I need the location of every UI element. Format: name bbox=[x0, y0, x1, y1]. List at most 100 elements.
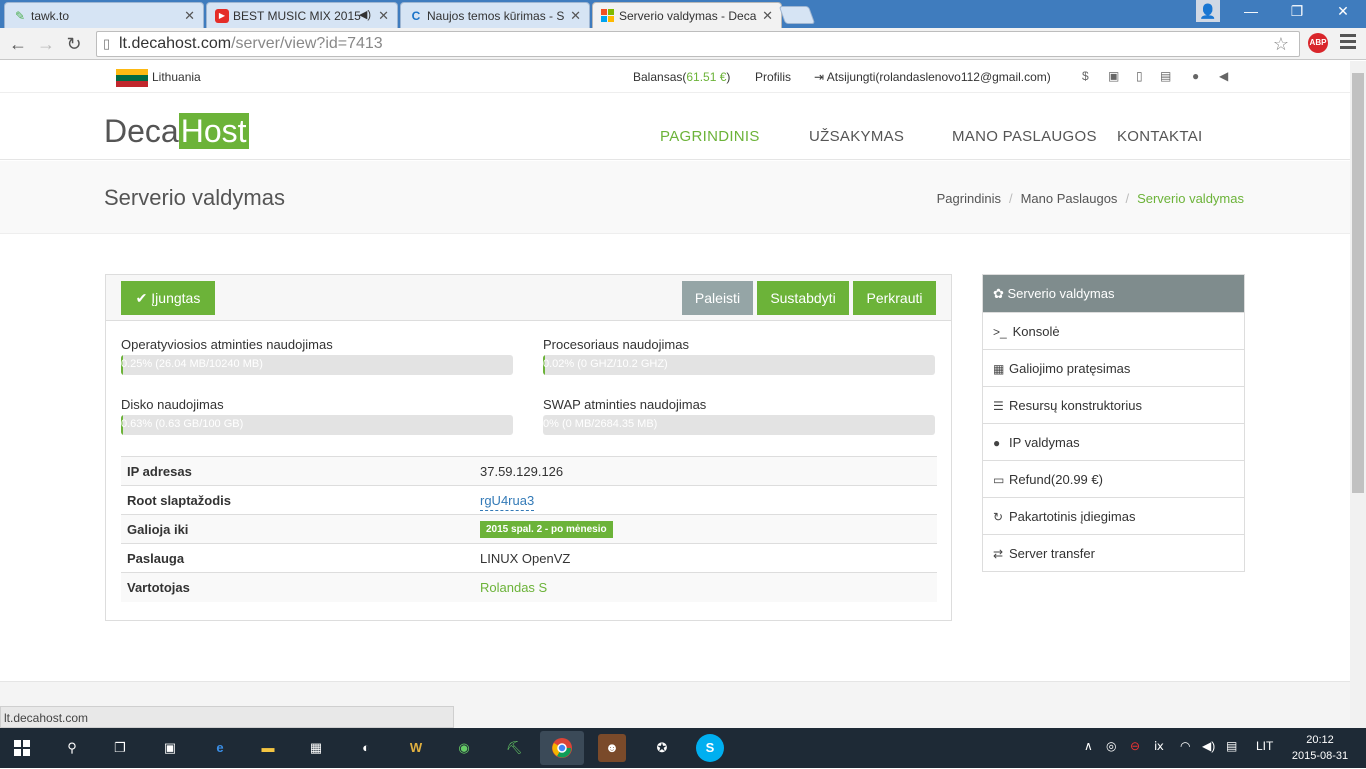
table-row: Paslauga LINUX OpenVZ bbox=[121, 543, 937, 573]
sidebar-item-label: Refund(20.99 €) bbox=[1009, 472, 1103, 487]
briefcase-icon[interactable]: ▤ bbox=[1160, 69, 1171, 83]
tab-forum[interactable]: C Naujos temos kūrimas - S ✕ bbox=[400, 2, 590, 28]
nav-mano-paslaugos[interactable]: MANO PASLAUGOS bbox=[952, 128, 1097, 145]
root-password-value[interactable]: rgU4rua3 bbox=[480, 492, 535, 511]
restart-button[interactable]: Perkrauti bbox=[853, 281, 936, 315]
minimize-button[interactable]: — bbox=[1228, 0, 1274, 22]
skype-icon[interactable]: S bbox=[696, 734, 724, 762]
steam-tray-icon[interactable]: ◎ bbox=[1106, 739, 1116, 753]
network-app-icon[interactable]: ▦ bbox=[302, 734, 330, 762]
restore-button[interactable]: ❐ bbox=[1274, 0, 1320, 22]
volume-icon[interactable]: ◀) bbox=[1202, 739, 1215, 753]
breadcrumb-home[interactable]: Pagrindinis bbox=[937, 191, 1001, 206]
server-sidebar: ✿ Serverio valdymas >_ Konsolė ▦ Galiojim… bbox=[982, 274, 1245, 572]
dollar-icon[interactable]: $ bbox=[1082, 69, 1089, 83]
reload-icon[interactable]: ↻ bbox=[62, 32, 86, 56]
tab-decahost[interactable]: Serverio valdymas - Deca ✕ bbox=[592, 2, 782, 28]
adblock-icon[interactable]: ABP bbox=[1308, 33, 1328, 53]
clock[interactable]: 20:12 2015-08-31 bbox=[1290, 732, 1350, 764]
nav-pagrindinis[interactable]: PAGRINDINIS bbox=[660, 128, 760, 145]
balance-link[interactable]: Balansas(61.51 €) bbox=[633, 70, 730, 84]
nav-kontaktai[interactable]: KONTAKTAI bbox=[1117, 128, 1203, 145]
sidebar-item-label: Galiojimo pratęsimas bbox=[1009, 361, 1131, 376]
breadcrumb-services[interactable]: Mano Paslaugos bbox=[1021, 191, 1118, 206]
cpu-usage-text: 0.02% (0 GHZ/10.2 GHZ) bbox=[543, 358, 668, 370]
blocked-tray-icon[interactable]: ⊖ bbox=[1130, 739, 1140, 753]
server-panel-header: ✔ Įjungtas Paleisti Sustabdyti Perkrauti bbox=[106, 275, 951, 321]
forward-icon[interactable]: → bbox=[34, 32, 58, 56]
edge-icon[interactable]: e bbox=[206, 734, 234, 762]
balance-amount: 61.51 € bbox=[686, 70, 727, 84]
disk-usage-label: Disko naudojimas bbox=[121, 397, 224, 412]
close-icon[interactable]: ✕ bbox=[762, 8, 773, 24]
site-header: DecaHost PAGRINDINIS UŽSAKYMAS MANO PASL… bbox=[0, 93, 1350, 160]
action-center-icon[interactable]: ▤ bbox=[1226, 739, 1237, 753]
page-scrollbar[interactable] bbox=[1350, 61, 1366, 728]
mobile-icon[interactable]: ▯ bbox=[1136, 69, 1143, 83]
url-path: /server/view?id=7413 bbox=[231, 35, 383, 52]
sidebar-item-console[interactable]: >_ Konsolė bbox=[983, 312, 1244, 349]
tab-tawk[interactable]: ✎ tawk.to ✕ bbox=[4, 2, 204, 28]
page: Lithuania Balansas(61.51 €) Profilis ⇥ A… bbox=[0, 61, 1350, 728]
server-panel: ✔ Įjungtas Paleisti Sustabdyti Perkrauti… bbox=[105, 274, 952, 621]
steam-app-icon[interactable]: ◐ bbox=[352, 734, 380, 762]
search-icon[interactable]: ⚲ bbox=[58, 734, 86, 762]
ime-tray-icon[interactable]: ⅸ bbox=[1154, 739, 1164, 753]
valid-until-label: Galioja iki bbox=[121, 514, 474, 544]
tab-youtube[interactable]: ▶ BEST MUSIC MIX 2015 ◀) ✕ bbox=[206, 2, 398, 28]
csgo-icon[interactable]: ✪ bbox=[648, 734, 676, 762]
sidebar-item-extension[interactable]: ▦ Galiojimo pratęsimas bbox=[983, 349, 1244, 386]
breadcrumb: Pagrindinis / Mano Paslaugos / Serverio vald… bbox=[937, 191, 1244, 206]
stop-button[interactable]: Sustabdyti bbox=[757, 281, 849, 315]
sidebar-item-refund[interactable]: ▭ Refund(20.99 €) bbox=[983, 460, 1244, 497]
language-indicator[interactable]: LIT bbox=[1256, 739, 1273, 753]
disk-usage-bar: 0.63% (0.63 GB/100 GB) bbox=[121, 415, 513, 435]
eye-app-icon[interactable]: ◉ bbox=[450, 734, 478, 762]
page-title: Serverio valdymas bbox=[104, 185, 285, 210]
decahost-logo[interactable]: DecaHost bbox=[104, 113, 249, 150]
sidebar-item-ip[interactable]: ● IP valdymas bbox=[983, 423, 1244, 460]
address-bar[interactable]: ▯ lt.decahost.com/server/view?id=7413 ☆ bbox=[96, 31, 1300, 57]
back-icon[interactable]: ← bbox=[6, 32, 30, 56]
ram-usage-text: 0.25% (26.04 MB/10240 MB) bbox=[121, 358, 263, 370]
sidebar-item-reinstall[interactable]: ↻ Pakartotinis įdiegimas bbox=[983, 497, 1244, 534]
ram-usage-bar: 0.25% (26.04 MB/10240 MB) bbox=[121, 355, 513, 375]
minecraft-icon[interactable]: ⛏ bbox=[500, 734, 528, 762]
megaphone-icon[interactable]: ◀ bbox=[1219, 69, 1228, 83]
new-tab-button[interactable] bbox=[778, 6, 816, 24]
store-icon[interactable]: ▣ bbox=[156, 734, 184, 762]
calendar-icon: ▦ bbox=[993, 362, 1005, 376]
start-button[interactable]: Paleisti bbox=[682, 281, 753, 315]
profile-link[interactable]: Profilis bbox=[755, 70, 791, 84]
bookmark-star-icon[interactable]: ☆ bbox=[1273, 34, 1289, 55]
nav-uzsakymas[interactable]: UŽSAKYMAS bbox=[809, 128, 904, 145]
logout-link[interactable]: ⇥ Atsijungti(rolandaslenovo112@gmail.com… bbox=[814, 70, 1051, 84]
task-view-icon[interactable]: ❐ bbox=[106, 734, 134, 762]
close-window-button[interactable]: ✕ bbox=[1320, 0, 1366, 22]
tray-chevron-icon[interactable]: ∧ bbox=[1084, 739, 1093, 753]
close-icon[interactable]: ✕ bbox=[378, 8, 389, 24]
file-explorer-icon[interactable]: ▬ bbox=[254, 734, 282, 762]
windows-start-icon[interactable] bbox=[8, 734, 36, 762]
swap-usage-text: 0% (0 MB/2684.35 MB) bbox=[543, 418, 658, 430]
scrollbar-thumb[interactable] bbox=[1352, 73, 1364, 493]
user-icon[interactable]: ● bbox=[1192, 69, 1199, 83]
game-icon[interactable]: ☻ bbox=[598, 734, 626, 762]
browser-menu-icon[interactable] bbox=[1340, 34, 1356, 52]
status-on-button[interactable]: ✔ Įjungtas bbox=[121, 281, 215, 315]
wow-icon[interactable]: W bbox=[402, 734, 430, 762]
chrome-icon[interactable] bbox=[540, 731, 584, 765]
tab-title: Serverio valdymas - Deca bbox=[619, 9, 757, 23]
sidebar-item-resources[interactable]: ☰ Resursų konstruktorius bbox=[983, 386, 1244, 423]
money-icon: ▭ bbox=[993, 473, 1005, 487]
swap-usage-label: SWAP atminties naudojimas bbox=[543, 397, 707, 412]
wifi-icon[interactable]: ◠ bbox=[1180, 739, 1190, 753]
server-info-table: IP adresas 37.59.129.126 Root slaptažodi… bbox=[121, 456, 937, 602]
user-profile-icon[interactable]: 👤 bbox=[1196, 0, 1220, 22]
country-link[interactable]: Lithuania bbox=[152, 70, 201, 84]
server-icon[interactable]: ▣ bbox=[1108, 69, 1119, 83]
close-icon[interactable]: ✕ bbox=[184, 8, 195, 24]
sidebar-item-transfer[interactable]: ⇄ Server transfer bbox=[983, 534, 1244, 571]
user-link[interactable]: Rolandas S bbox=[480, 580, 547, 595]
close-icon[interactable]: ✕ bbox=[570, 8, 581, 24]
